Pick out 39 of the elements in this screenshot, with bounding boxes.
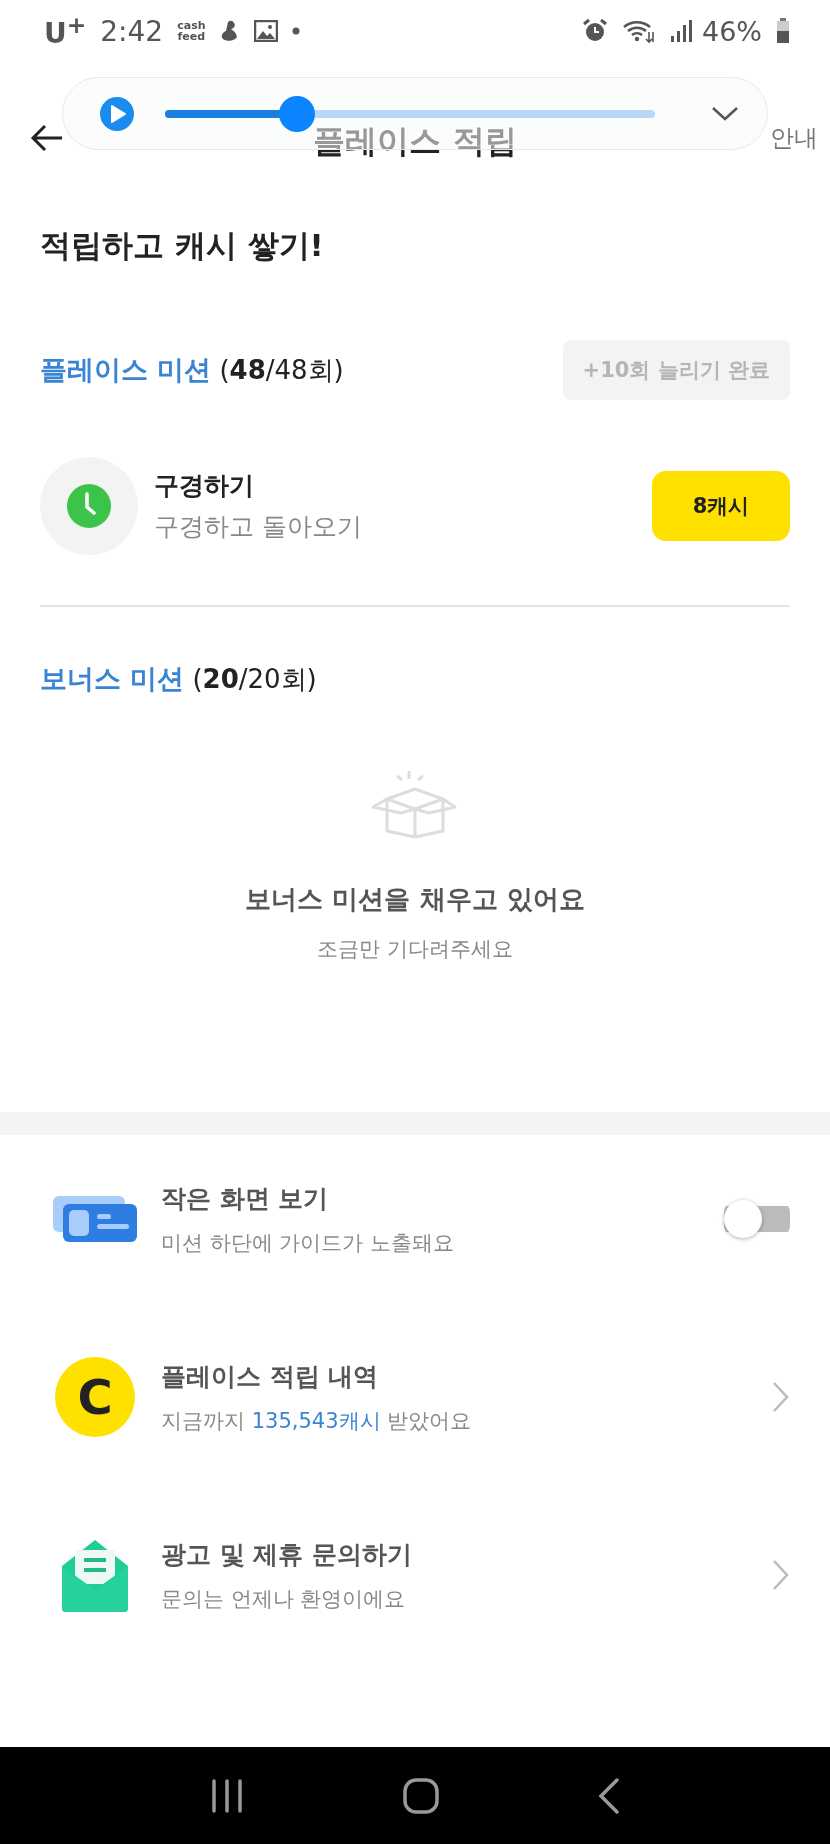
mission-count: (48/48회) <box>219 353 344 387</box>
back-icon[interactable] <box>598 1777 621 1814</box>
page-title: 플레이스 적립 <box>313 121 517 162</box>
setting-subtitle: 문의는 언제나 환영이에요 <box>161 1585 407 1613</box>
mission-title: 구경하기 <box>154 470 255 502</box>
play-icon[interactable] <box>99 95 135 132</box>
clock-icon <box>40 457 138 555</box>
setting-subtitle: 미션 하단에 가이드가 노출돼요 <box>161 1229 455 1257</box>
setting-subtitle: 지금까지 135,543캐시 받았어요 <box>161 1407 472 1435</box>
chevron-down-icon[interactable] <box>711 104 739 123</box>
mission-subtitle: 구경하고 돌아오기 <box>154 511 362 543</box>
toggle-switch[interactable] <box>724 1200 790 1238</box>
coin-icon: C <box>55 1357 135 1437</box>
signal-icon <box>670 19 692 43</box>
slider-thumb[interactable] <box>279 95 316 132</box>
setting-title: 작은 화면 보기 <box>161 1182 330 1215</box>
app-notification-logo: cash feed <box>177 20 206 42</box>
wifi-icon <box>622 18 656 44</box>
section-title: 보너스 미션 <box>40 662 185 696</box>
mail-icon <box>60 1538 130 1612</box>
setting-title: 플레이스 적립 내역 <box>161 1360 380 1393</box>
reward-button[interactable]: 8캐시 <box>652 471 790 541</box>
clock-time: 2:42 <box>100 14 164 48</box>
setting-title: 광고 및 제휴 문의하기 <box>161 1538 413 1571</box>
alarm-icon <box>582 18 608 44</box>
info-link[interactable]: 안내 <box>770 122 818 154</box>
empty-title: 보너스 미션을 채우고 있어요 <box>245 883 585 916</box>
empty-subtitle: 조금만 기다려주세요 <box>317 936 513 963</box>
home-icon[interactable] <box>403 1777 439 1814</box>
recent-apps-icon[interactable] <box>209 1778 244 1813</box>
battery-percent: 46% <box>702 15 762 47</box>
section-title: 플레이스 미션 <box>40 353 212 387</box>
cards-icon <box>53 1196 137 1242</box>
battery-icon <box>776 18 790 44</box>
mission-count: (20/20회) <box>192 662 317 696</box>
back-arrow-icon[interactable] <box>30 124 64 152</box>
image-icon <box>253 20 278 42</box>
carrier-label: U$^{+}$ <box>44 11 87 51</box>
headline: 적립하고 캐시 쌓기! <box>40 226 325 265</box>
